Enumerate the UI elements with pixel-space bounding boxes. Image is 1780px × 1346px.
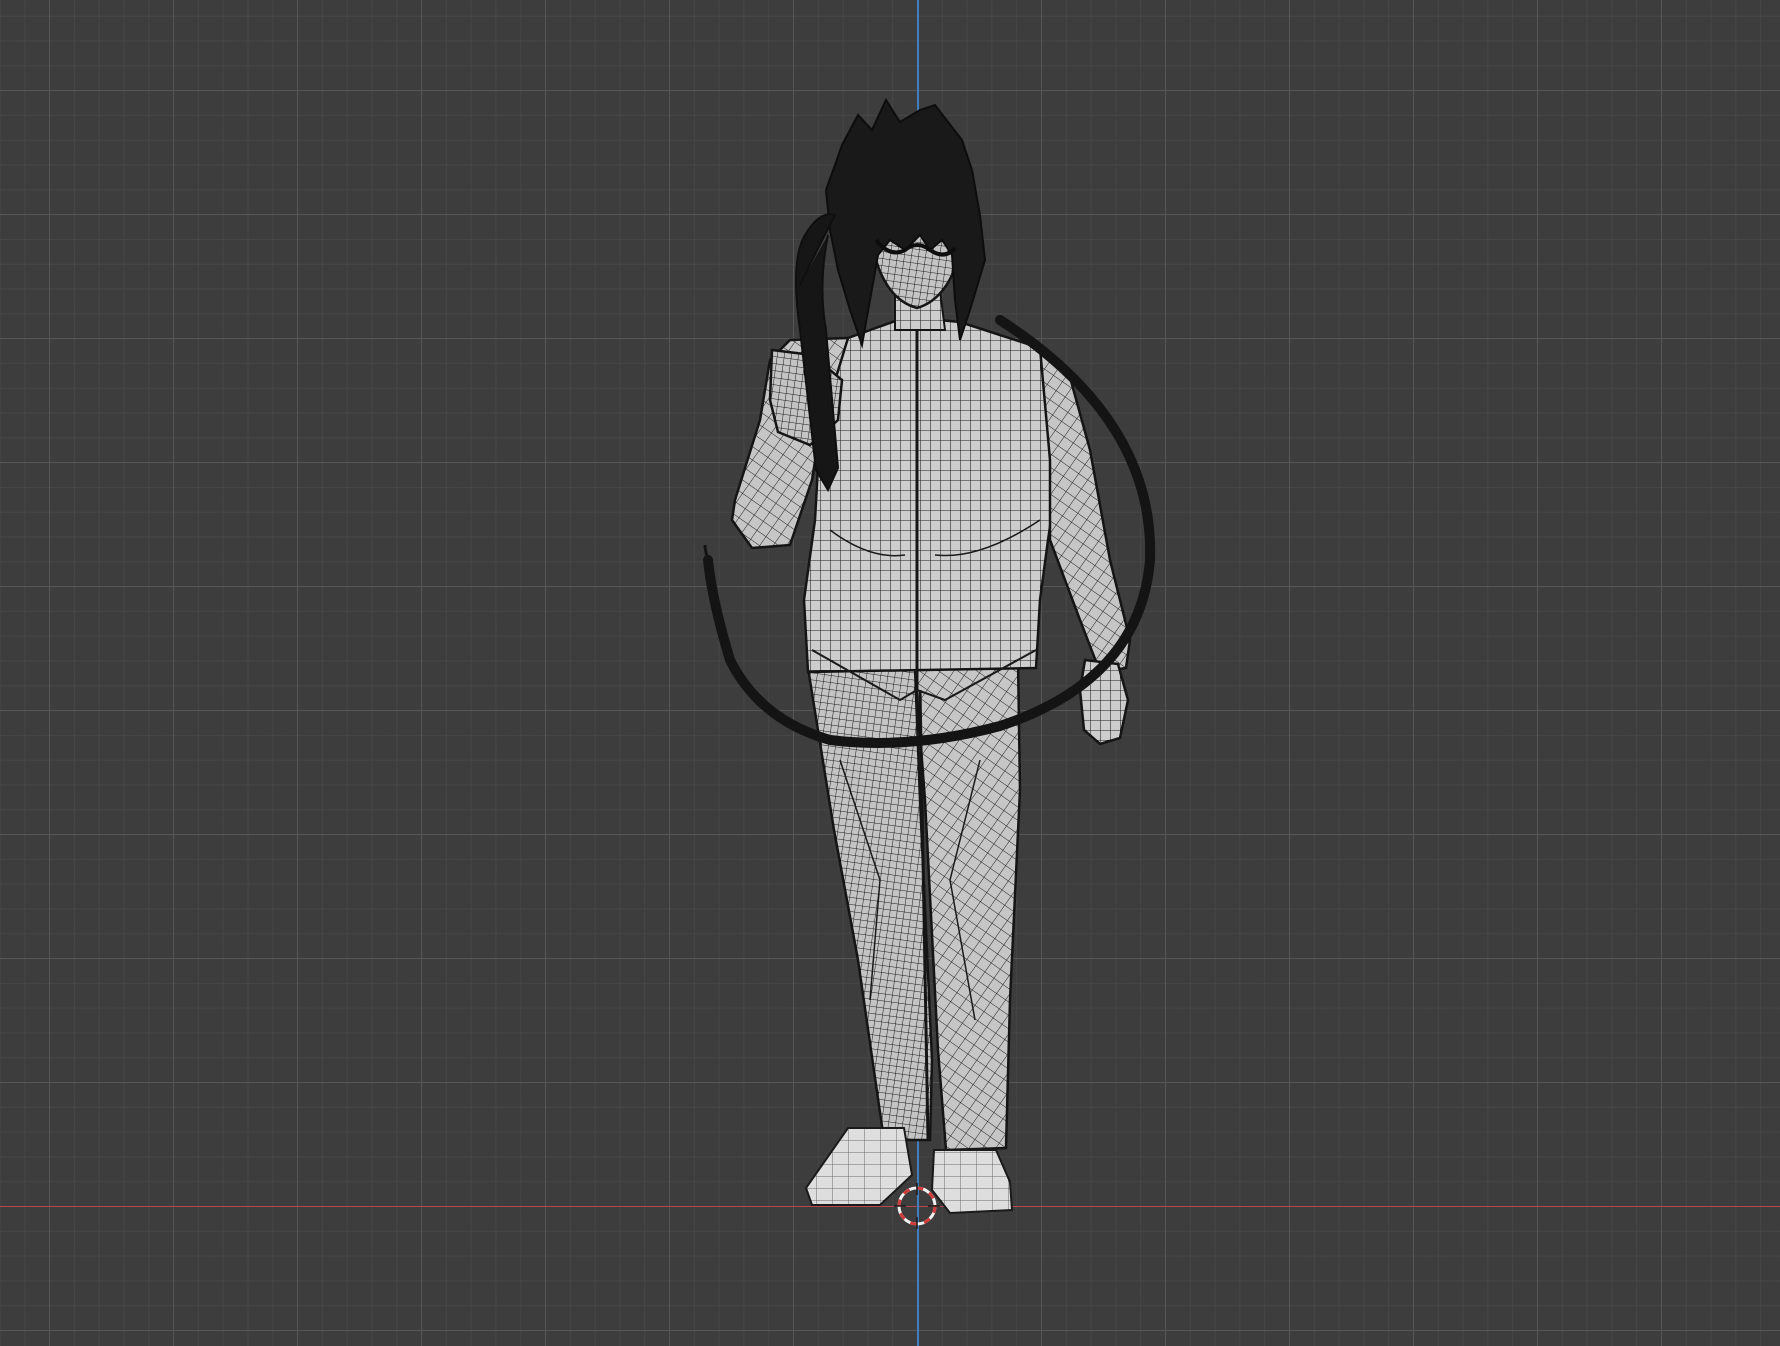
3d-cursor[interactable] xyxy=(894,1183,940,1229)
3d-viewport[interactable] xyxy=(0,0,1780,1346)
jacket xyxy=(802,316,1072,702)
character-model[interactable] xyxy=(0,0,1780,1346)
